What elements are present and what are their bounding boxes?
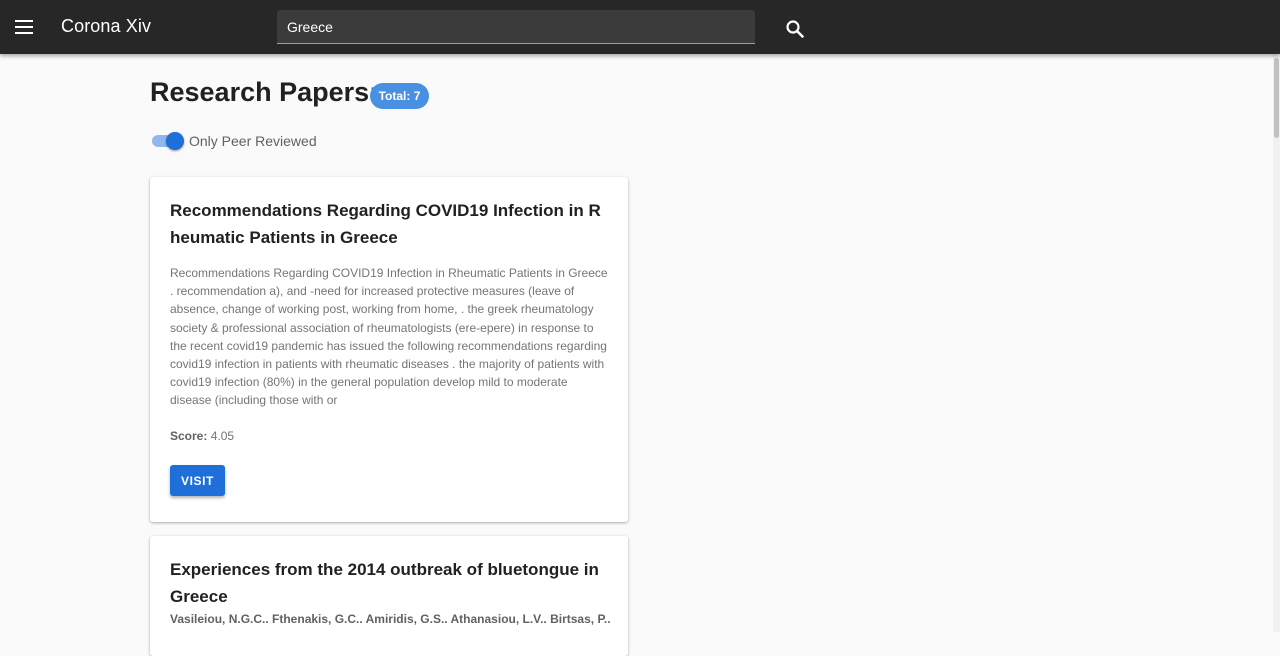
score-value: 4.05 <box>210 429 235 443</box>
scrollbar[interactable] <box>1273 54 1280 632</box>
visit-button[interactable]: VISIT <box>170 465 225 496</box>
paper-card: Experiences from the 2014 outbreak of bl… <box>150 536 628 656</box>
paper-title: Experiences from the 2014 outbreak of bl… <box>170 560 599 606</box>
paper-card: Recommendations Regarding COVID19 Infect… <box>150 177 628 522</box>
app-title: Corona Xiv <box>61 16 152 36</box>
paper-abstract: Recommendations Regarding COVID19 Infect… <box>170 266 608 408</box>
peer-reviewed-toggle[interactable] <box>150 131 186 151</box>
paper-title: Recommendations Regarding COVID19 Infect… <box>170 201 601 247</box>
search-icon[interactable] <box>783 17 807 41</box>
search-field[interactable] <box>277 10 755 44</box>
toggle-thumb <box>166 132 184 150</box>
scrollbar-thumb[interactable] <box>1274 58 1279 138</box>
app-bar: Corona Xiv <box>0 0 1280 54</box>
search-input[interactable] <box>287 10 747 43</box>
paper-score: Score: 4.05 <box>170 429 234 443</box>
score-label: Score: <box>170 429 208 443</box>
menu-icon[interactable] <box>12 15 36 39</box>
total-badge: Total: 7 <box>370 83 429 109</box>
page-title: Research Papers: <box>150 77 379 107</box>
paper-authors: Vasileiou, N.G.C.. Fthenakis, G.C.. Amir… <box>170 612 611 626</box>
peer-reviewed-label: Only Peer Reviewed <box>189 133 317 149</box>
